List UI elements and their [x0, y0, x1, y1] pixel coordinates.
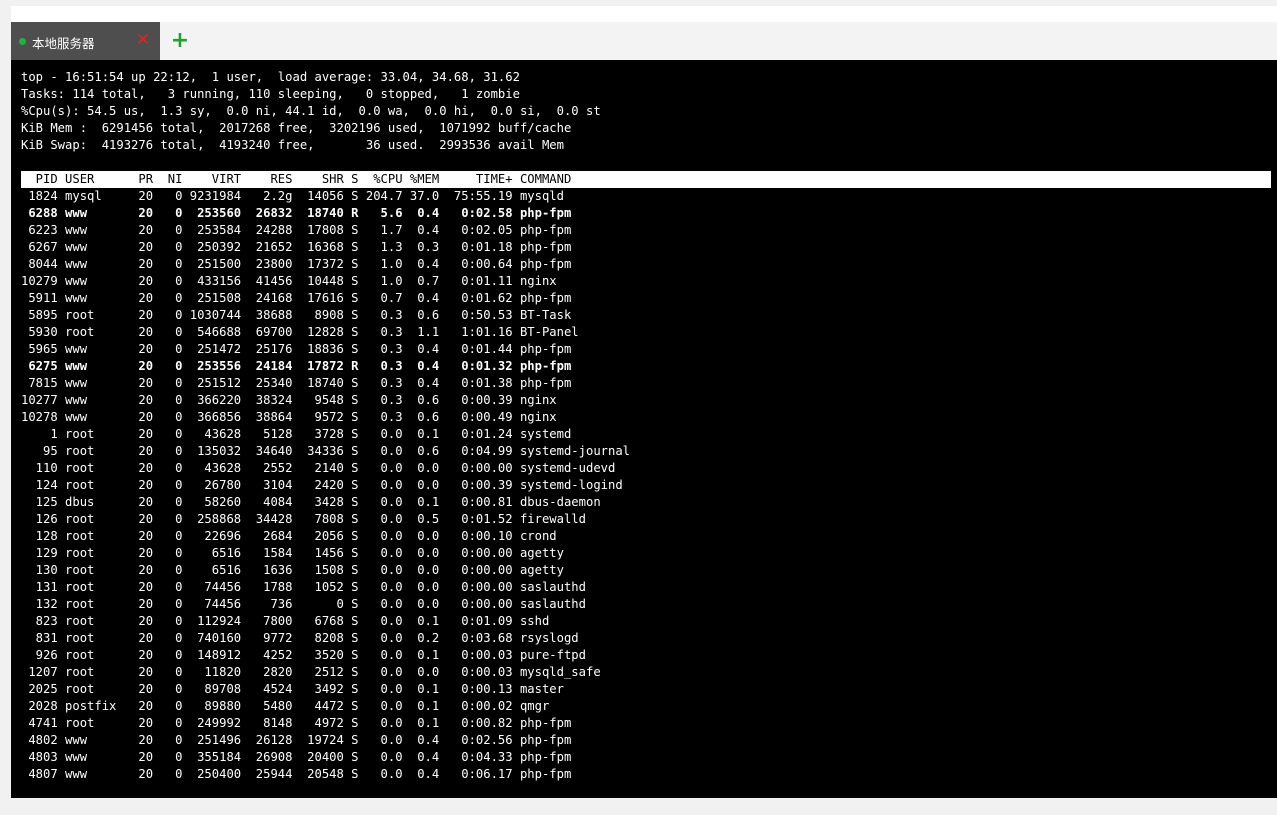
terminal[interactable]: top - 16:51:54 up 22:12, 1 user, load av… — [11, 60, 1277, 798]
panel-header — [11, 6, 1277, 22]
terminal-line: 132 root 20 0 74456 736 0 S 0.0 0.0 0:00… — [21, 597, 586, 611]
terminal-line: 5930 root 20 0 546688 69700 12828 S 0.3 … — [21, 325, 579, 339]
terminal-line: 131 root 20 0 74456 1788 1052 S 0.0 0.0 … — [21, 580, 586, 594]
summary-line: KiB Swap: 4193276 total, 4193240 free, 3… — [21, 138, 564, 152]
terminal-line: 5911 www 20 0 251508 24168 17616 S 0.7 0… — [21, 291, 572, 305]
summary-line: Tasks: 114 total, 3 running, 110 sleepin… — [21, 87, 520, 101]
tab-local-server[interactable]: 本地服务器 ✕ — [11, 22, 160, 60]
terminal-line: 8044 www 20 0 251500 23800 17372 S 1.0 0… — [21, 257, 572, 271]
process-table-header: PID USER PR NI VIRT RES SHR S %CPU %MEM … — [21, 171, 1271, 188]
terminal-line: 5965 www 20 0 251472 25176 18836 S 0.3 0… — [21, 342, 572, 356]
terminal-line: 125 dbus 20 0 58260 4084 3428 S 0.0 0.1 … — [21, 495, 601, 509]
terminal-line: 6267 www 20 0 250392 21652 16368 S 1.3 0… — [21, 240, 572, 254]
terminal-line: 124 root 20 0 26780 3104 2420 S 0.0 0.0 … — [21, 478, 623, 492]
terminal-line: 6288 www 20 0 253560 26832 18740 R 5.6 0… — [21, 206, 572, 220]
terminal-line: 823 root 20 0 112924 7800 6768 S 0.0 0.1… — [21, 614, 550, 628]
summary-line: KiB Mem : 6291456 total, 2017268 free, 3… — [21, 121, 572, 135]
terminal-line: 10277 www 20 0 366220 38324 9548 S 0.3 0… — [21, 393, 557, 407]
terminal-line: 4741 root 20 0 249992 8148 4972 S 0.0 0.… — [21, 716, 572, 730]
status-dot-icon — [19, 38, 26, 45]
terminal-line: 128 root 20 0 22696 2684 2056 S 0.0 0.0 … — [21, 529, 557, 543]
terminal-line: 2025 root 20 0 89708 4524 3492 S 0.0 0.1… — [21, 682, 564, 696]
terminal-line: 5895 root 20 0 1030744 38688 8908 S 0.3 … — [21, 308, 572, 322]
close-icon[interactable]: ✕ — [135, 30, 151, 50]
terminal-line: 10278 www 20 0 366856 38864 9572 S 0.3 0… — [21, 410, 557, 424]
terminal-line: 6275 www 20 0 253556 24184 17872 R 0.3 0… — [21, 359, 572, 373]
summary-line: %Cpu(s): 54.5 us, 1.3 sy, 0.0 ni, 44.1 i… — [21, 104, 601, 118]
tab-label: 本地服务器 — [32, 36, 95, 51]
tab-bar: 本地服务器 ✕ + — [11, 22, 1277, 61]
plus-icon[interactable]: + — [170, 29, 190, 53]
terminal-line: 2028 postfix 20 0 89880 5480 4472 S 0.0 … — [21, 699, 550, 713]
terminal-line: 4802 www 20 0 251496 26128 19724 S 0.0 0… — [21, 733, 572, 747]
terminal-line: 926 root 20 0 148912 4252 3520 S 0.0 0.1… — [21, 648, 586, 662]
terminal-line: 1824 mysql 20 0 9231984 2.2g 14056 S 204… — [21, 189, 564, 203]
terminal-line: 129 root 20 0 6516 1584 1456 S 0.0 0.0 0… — [21, 546, 564, 560]
terminal-line: 126 root 20 0 258868 34428 7808 S 0.0 0.… — [21, 512, 586, 526]
terminal-line: 7815 www 20 0 251512 25340 18740 S 0.3 0… — [21, 376, 572, 390]
summary-line: top - 16:51:54 up 22:12, 1 user, load av… — [21, 70, 520, 84]
terminal-line: 6223 www 20 0 253584 24288 17808 S 1.7 0… — [21, 223, 572, 237]
terminal-line: 95 root 20 0 135032 34640 34336 S 0.0 0.… — [21, 444, 631, 458]
terminal-line: 130 root 20 0 6516 1636 1508 S 0.0 0.0 0… — [21, 563, 564, 577]
terminal-output: top - 16:51:54 up 22:12, 1 user, load av… — [21, 69, 1271, 783]
terminal-line: 10279 www 20 0 433156 41456 10448 S 1.0 … — [21, 274, 557, 288]
bottom-border — [0, 808, 1277, 815]
terminal-line: 1207 root 20 0 11820 2820 2512 S 0.0 0.0… — [21, 665, 601, 679]
terminal-line: 831 root 20 0 740160 9772 8208 S 0.0 0.2… — [21, 631, 579, 645]
terminal-line: 110 root 20 0 43628 2552 2140 S 0.0 0.0 … — [21, 461, 616, 475]
terminal-line: 4803 www 20 0 355184 26908 20400 S 0.0 0… — [21, 750, 572, 764]
terminal-line: 1 root 20 0 43628 5128 3728 S 0.0 0.1 0:… — [21, 427, 572, 441]
terminal-line: 4807 www 20 0 250400 25944 20548 S 0.0 0… — [21, 767, 572, 781]
